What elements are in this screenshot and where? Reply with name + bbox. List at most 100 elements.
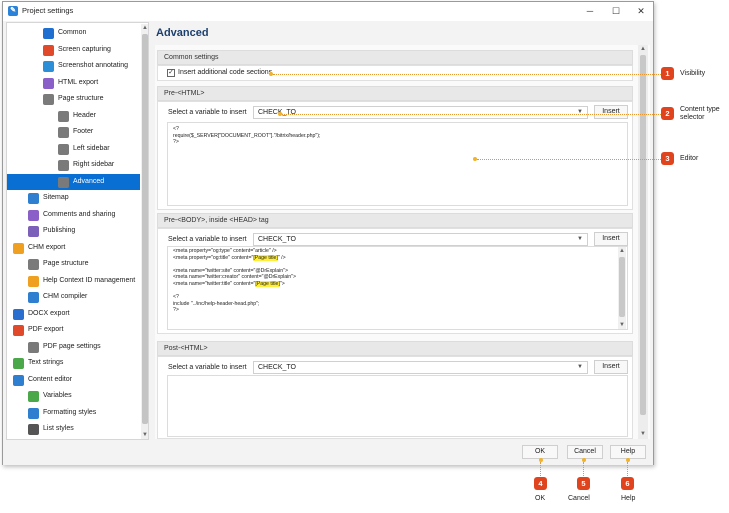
sidebar-item[interactable]: Screenshot annotating bbox=[7, 58, 140, 74]
sidebar-item[interactable]: Publishing bbox=[7, 223, 140, 239]
scroll-up-icon[interactable]: ▲ bbox=[639, 45, 647, 53]
sidebar-item[interactable]: Content editor bbox=[7, 372, 140, 388]
callout-4-badge: 4 bbox=[534, 477, 547, 490]
sidebar-item-icon bbox=[28, 209, 39, 221]
post-html-variable-select[interactable]: CHECK_TO ▼ bbox=[253, 361, 588, 374]
sidebar-item[interactable]: HTML export bbox=[7, 75, 140, 91]
post-html-insert-button[interactable]: Insert bbox=[594, 360, 628, 374]
sidebar-item[interactable]: Text strings bbox=[7, 355, 140, 371]
sidebar-item-icon bbox=[28, 407, 39, 419]
sidebar-item[interactable]: Header bbox=[7, 108, 140, 124]
sidebar-item-icon bbox=[43, 28, 54, 39]
sidebar-item[interactable]: CHM export bbox=[7, 240, 140, 256]
close-icon[interactable]: ✕ bbox=[633, 5, 649, 17]
sidebar-item-label: Screenshot annotating bbox=[58, 62, 129, 69]
sidebar-item[interactable]: Page structure bbox=[7, 91, 140, 107]
pre-body-scroll-thumb[interactable] bbox=[619, 257, 625, 317]
sidebar-item-label: PDF export bbox=[28, 326, 64, 333]
sidebar-item-icon bbox=[43, 77, 54, 89]
pre-body-select-label: Select a variable to insert bbox=[168, 236, 247, 243]
code-line: <meta name="twitter:creator" content="@D… bbox=[173, 274, 622, 281]
sidebar-item-icon bbox=[43, 94, 54, 105]
code-line: <meta name="twitter:site" content="@DrEx… bbox=[173, 268, 622, 275]
cancel-button[interactable]: Cancel bbox=[567, 445, 603, 459]
sidebar-item[interactable]: Common bbox=[7, 25, 140, 41]
code-text: include "../inc/help-header-head.php"; bbox=[173, 300, 260, 307]
sidebar-item-label: Page structure bbox=[58, 95, 104, 102]
sidebar-item[interactable]: Left sidebar bbox=[7, 141, 140, 157]
sidebar-item[interactable]: Comments and sharing bbox=[7, 207, 140, 223]
pre-html-insert-button[interactable]: Insert bbox=[594, 105, 628, 119]
common-settings-header: Common settings bbox=[157, 50, 633, 65]
sidebar-item-icon bbox=[28, 341, 39, 353]
sidebar-item-icon bbox=[13, 242, 24, 254]
callout-3-badge: 3 bbox=[661, 152, 674, 165]
scroll-down-icon[interactable]: ▼ bbox=[141, 431, 148, 439]
sidebar-item[interactable]: CHM compiler bbox=[7, 289, 140, 305]
sidebar-item-label: Common bbox=[58, 29, 87, 36]
scroll-up-icon[interactable]: ▲ bbox=[618, 247, 626, 255]
main-scroll-thumb[interactable] bbox=[640, 55, 646, 415]
pre-body-editor-scrollbar[interactable]: ▲ ▼ bbox=[618, 247, 626, 329]
main-scrollbar[interactable]: ▲ ▼ bbox=[638, 45, 648, 439]
sidebar-item[interactable]: Variables bbox=[7, 388, 140, 404]
scroll-down-icon[interactable]: ▼ bbox=[618, 321, 626, 329]
pre-body-insert-button[interactable]: Insert bbox=[594, 232, 628, 246]
sidebar-item[interactable]: Right sidebar bbox=[7, 157, 140, 173]
sidebar-item-label: CHM export bbox=[28, 243, 66, 251]
minimize-icon[interactable]: ─ bbox=[582, 5, 598, 17]
sidebar-item-label: Content editor bbox=[28, 375, 72, 383]
callout-5-badge: 5 bbox=[577, 477, 590, 490]
sidebar-item[interactable]: Sitemap bbox=[7, 190, 140, 206]
sidebar-scroll-thumb[interactable] bbox=[142, 34, 148, 424]
sidebar-scrollbar[interactable]: ▲ ▼ bbox=[141, 24, 148, 439]
sidebar-item[interactable]: PDF export bbox=[7, 322, 140, 338]
sidebar-item-label: Right sidebar bbox=[73, 161, 115, 168]
post-html-editor[interactable] bbox=[167, 375, 628, 437]
ok-button[interactable]: OK bbox=[522, 445, 558, 459]
sidebar-item-icon bbox=[58, 160, 69, 171]
sidebar-item[interactable]: Help Context ID management bbox=[7, 273, 140, 289]
sidebar-item-icon bbox=[43, 61, 54, 72]
pre-body-variable-select[interactable]: CHECK_TO ▼ bbox=[253, 233, 588, 246]
scroll-down-icon[interactable]: ▼ bbox=[639, 430, 647, 438]
sidebar-item-icon bbox=[28, 275, 39, 287]
code-line: ?> bbox=[173, 139, 179, 146]
callout-6-badge: 6 bbox=[621, 477, 634, 490]
sidebar-item-icon bbox=[28, 391, 39, 402]
sidebar-item-label: Help Context ID management bbox=[43, 276, 136, 284]
maximize-icon[interactable]: ☐ bbox=[608, 5, 624, 17]
sidebar-item-icon bbox=[13, 308, 24, 320]
code-line: ?> bbox=[173, 307, 622, 314]
code-line: <meta property="og:title" content="[Page… bbox=[173, 254, 622, 262]
sidebar-item[interactable]: Footer bbox=[7, 124, 140, 140]
help-button[interactable]: Help bbox=[610, 445, 646, 459]
sidebar-item[interactable]: PDF page settings bbox=[7, 339, 140, 355]
sidebar-item[interactable]: Formatting styles bbox=[7, 405, 140, 421]
callout-1-text: Visibility bbox=[680, 70, 706, 77]
sidebar-item-icon bbox=[13, 358, 24, 369]
scroll-up-icon[interactable]: ▲ bbox=[141, 24, 148, 32]
sidebar-item[interactable]: Page structure bbox=[7, 256, 140, 272]
sidebar-item-label: Publishing bbox=[43, 227, 76, 234]
pre-html-header: Pre-<HTML> bbox=[157, 86, 633, 101]
sidebar-item-icon bbox=[58, 143, 69, 155]
insert-code-checkbox[interactable]: ✓ bbox=[167, 69, 175, 77]
callout-4-line bbox=[540, 462, 541, 476]
pre-html-variable-select[interactable]: CHECK_TO ▼ bbox=[253, 106, 588, 119]
sidebar-item[interactable]: DOCX export bbox=[7, 306, 140, 322]
title-bar: ✎ Project settings ─ ☐ ✕ bbox=[3, 2, 653, 21]
pre-body-editor[interactable]: <meta property="og:type" content="articl… bbox=[167, 246, 628, 330]
pre-html-editor[interactable]: <? require($_SERVER["DOCUMENT_ROOT"]."/bi… bbox=[167, 122, 628, 206]
code-text: <meta name="twitter:title" content=" bbox=[173, 280, 256, 287]
sidebar-item[interactable]: Screen capturing bbox=[7, 42, 140, 58]
sidebar-item[interactable]: Advanced bbox=[7, 173, 140, 190]
sidebar-item-label: DOCX export bbox=[28, 309, 70, 317]
code-line: <meta property="og:type" content="articl… bbox=[173, 248, 622, 255]
callout-2-line bbox=[282, 114, 661, 115]
sidebar-item-label: Page structure bbox=[43, 260, 89, 267]
sidebar-item-icon bbox=[28, 292, 39, 303]
sidebar-item-label: Comments and sharing bbox=[43, 210, 116, 218]
sidebar-item[interactable]: List styles bbox=[7, 421, 140, 437]
